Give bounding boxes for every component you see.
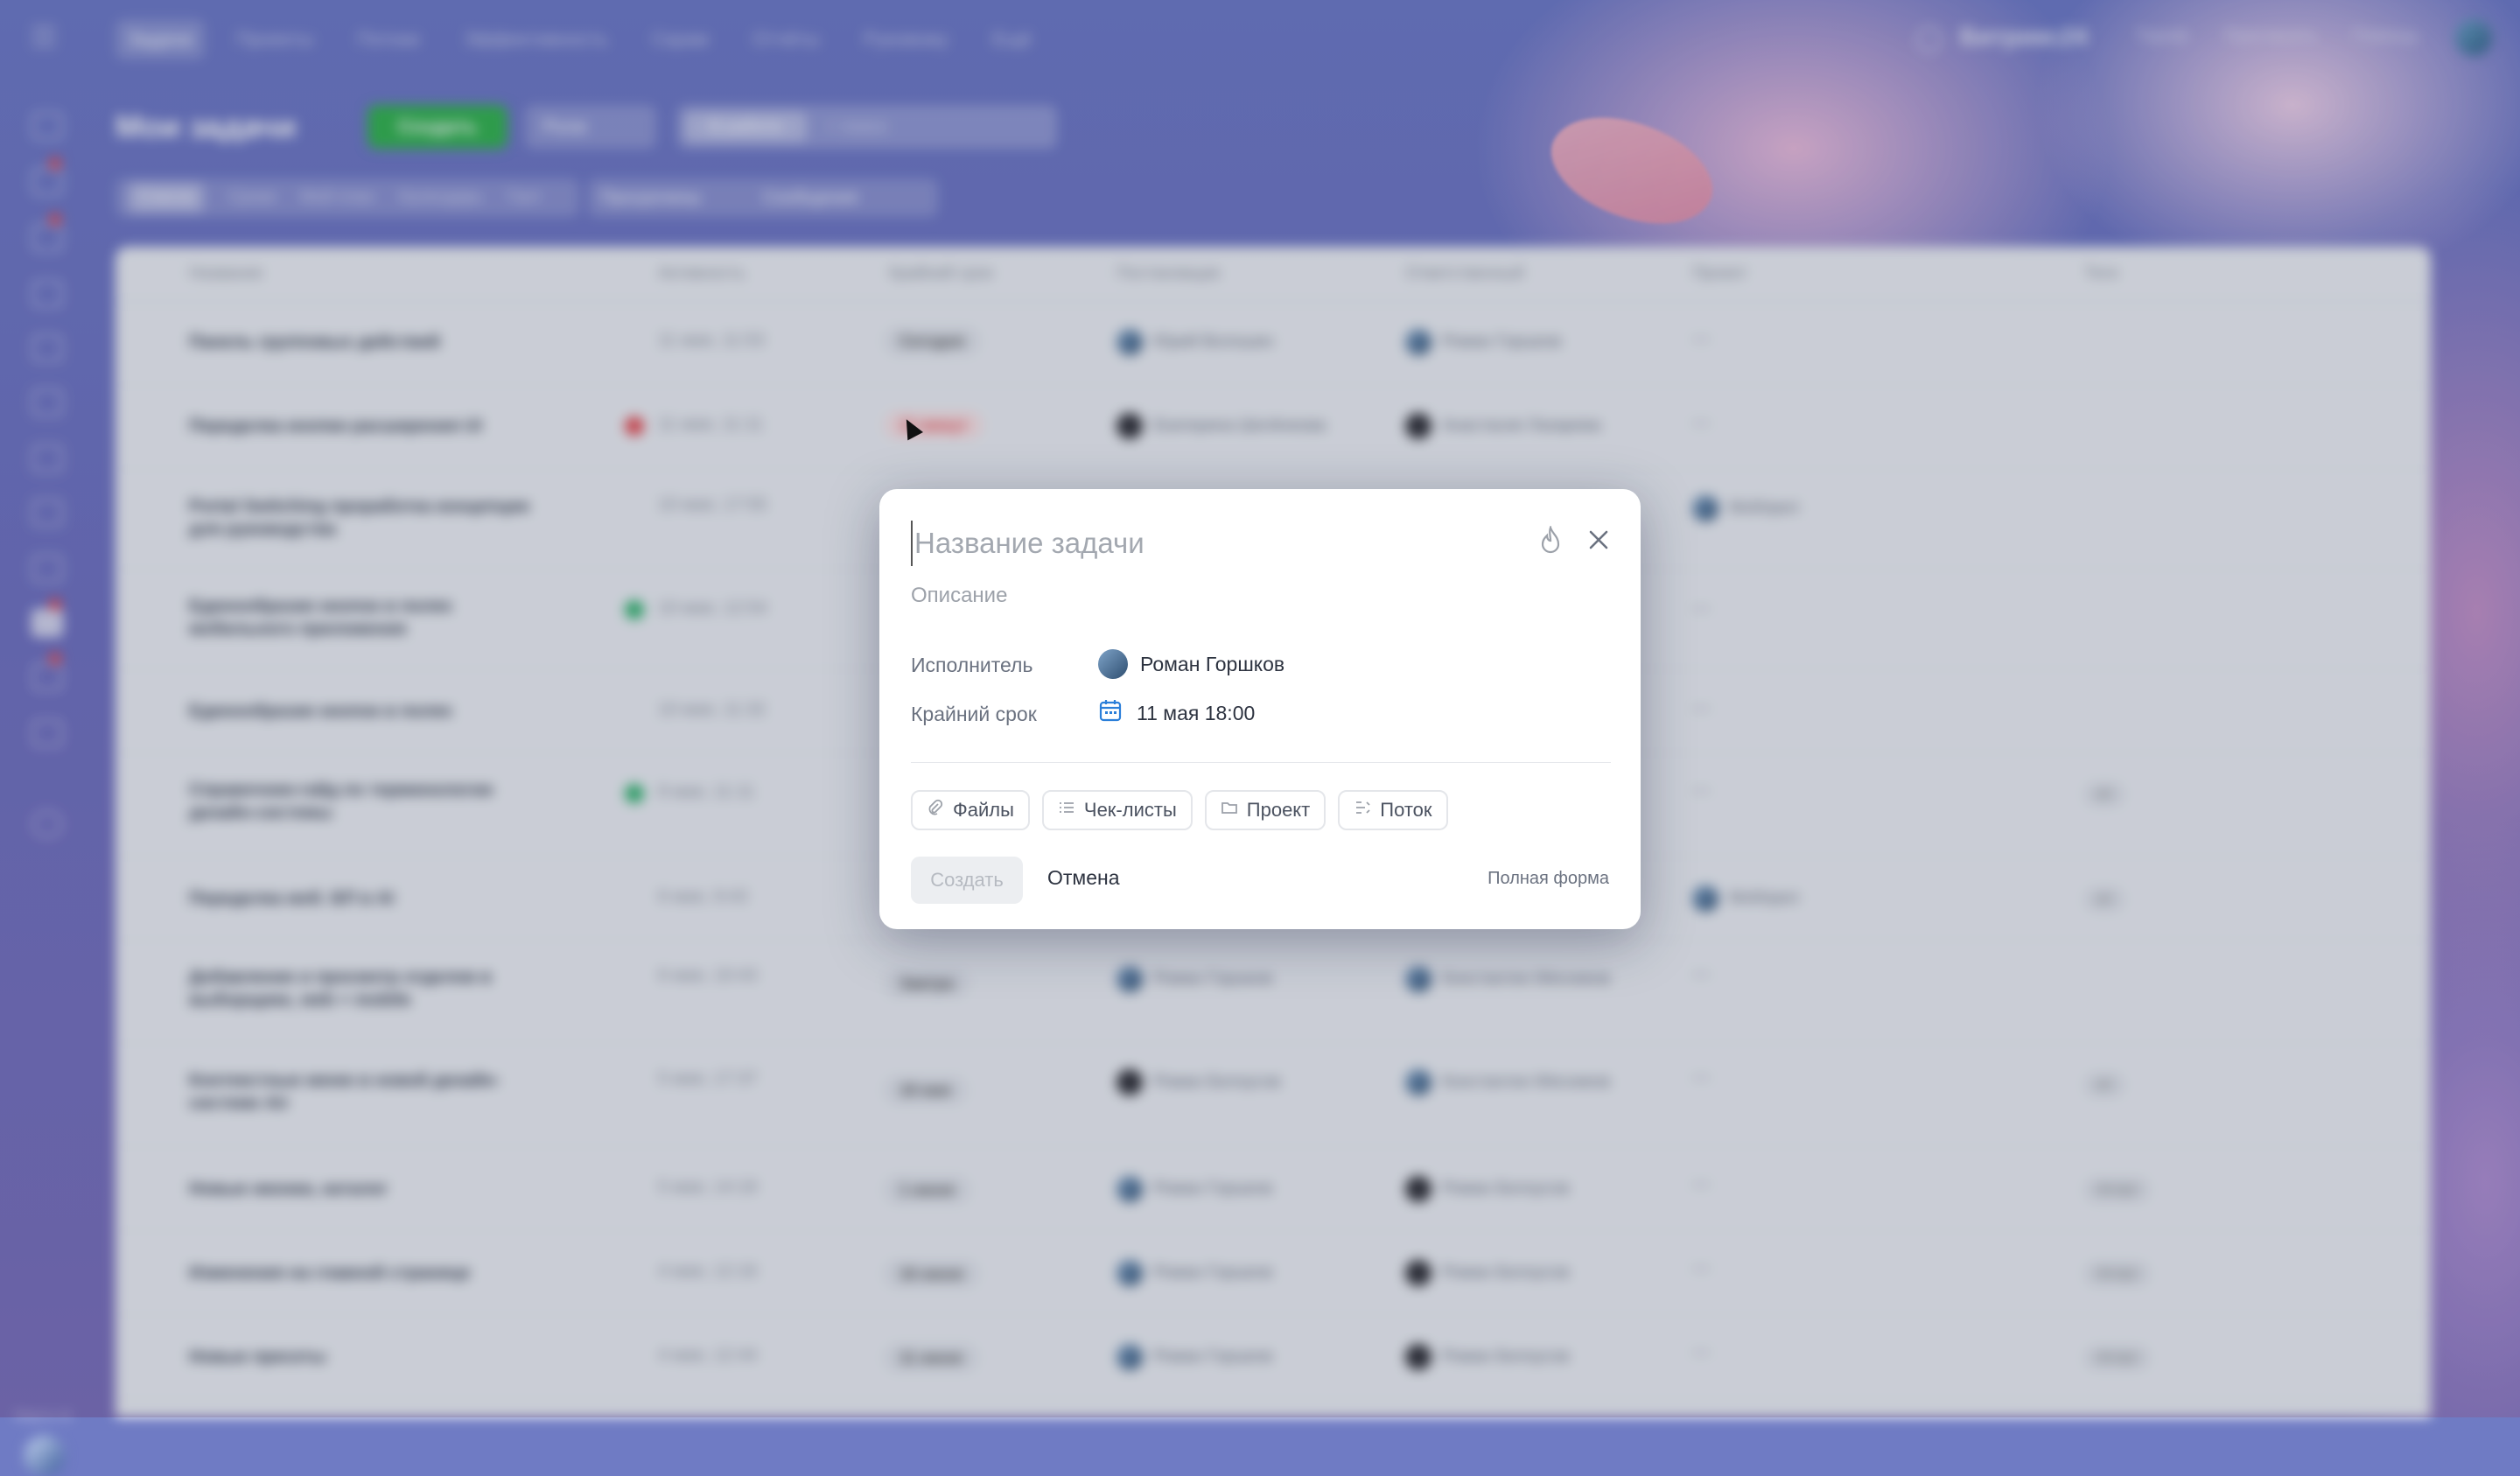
deadline-value: 11 мая 18:00 bbox=[1137, 702, 1255, 725]
assignee-avatar bbox=[1098, 649, 1128, 679]
attachment-chips: Файлы Чек-листы Проект Поток bbox=[911, 790, 1448, 830]
paperclip-icon bbox=[927, 799, 944, 822]
deadline-label: Крайний срок bbox=[911, 703, 1037, 726]
flow-label: Поток bbox=[1380, 799, 1432, 822]
assignee-selector[interactable]: Роман Горшков bbox=[1098, 649, 1284, 679]
project-button[interactable]: Проект bbox=[1205, 790, 1326, 830]
flow-button[interactable]: Поток bbox=[1338, 790, 1447, 830]
assignee-label: Исполнитель bbox=[911, 654, 1032, 677]
flame-icon[interactable] bbox=[1537, 526, 1564, 556]
cancel-button[interactable]: Отмена bbox=[1047, 866, 1120, 890]
flow-icon bbox=[1354, 799, 1371, 822]
assistant-avatar[interactable] bbox=[24, 1436, 65, 1476]
files-button[interactable]: Файлы bbox=[911, 790, 1030, 830]
folder-icon bbox=[1221, 799, 1238, 822]
files-label: Файлы bbox=[953, 799, 1014, 822]
quick-task-dialog: Описание Исполнитель Роман Горшков Крайн… bbox=[879, 489, 1641, 929]
assignee-name: Роман Горшков bbox=[1140, 653, 1284, 676]
divider bbox=[911, 762, 1611, 763]
deadline-selector[interactable]: 11 мая 18:00 bbox=[1098, 698, 1255, 728]
close-icon[interactable] bbox=[1585, 526, 1613, 554]
task-title-input[interactable] bbox=[911, 521, 1518, 566]
checklist-icon bbox=[1058, 799, 1075, 822]
full-form-link[interactable]: Полная форма bbox=[1488, 869, 1609, 889]
checklists-label: Чек-листы bbox=[1084, 799, 1177, 822]
project-label: Проект bbox=[1247, 799, 1310, 822]
create-button[interactable]: Создать bbox=[911, 857, 1023, 904]
calendar-icon bbox=[1098, 698, 1123, 728]
description-field[interactable]: Описание bbox=[911, 584, 1007, 608]
checklists-button[interactable]: Чек-листы bbox=[1042, 790, 1193, 830]
